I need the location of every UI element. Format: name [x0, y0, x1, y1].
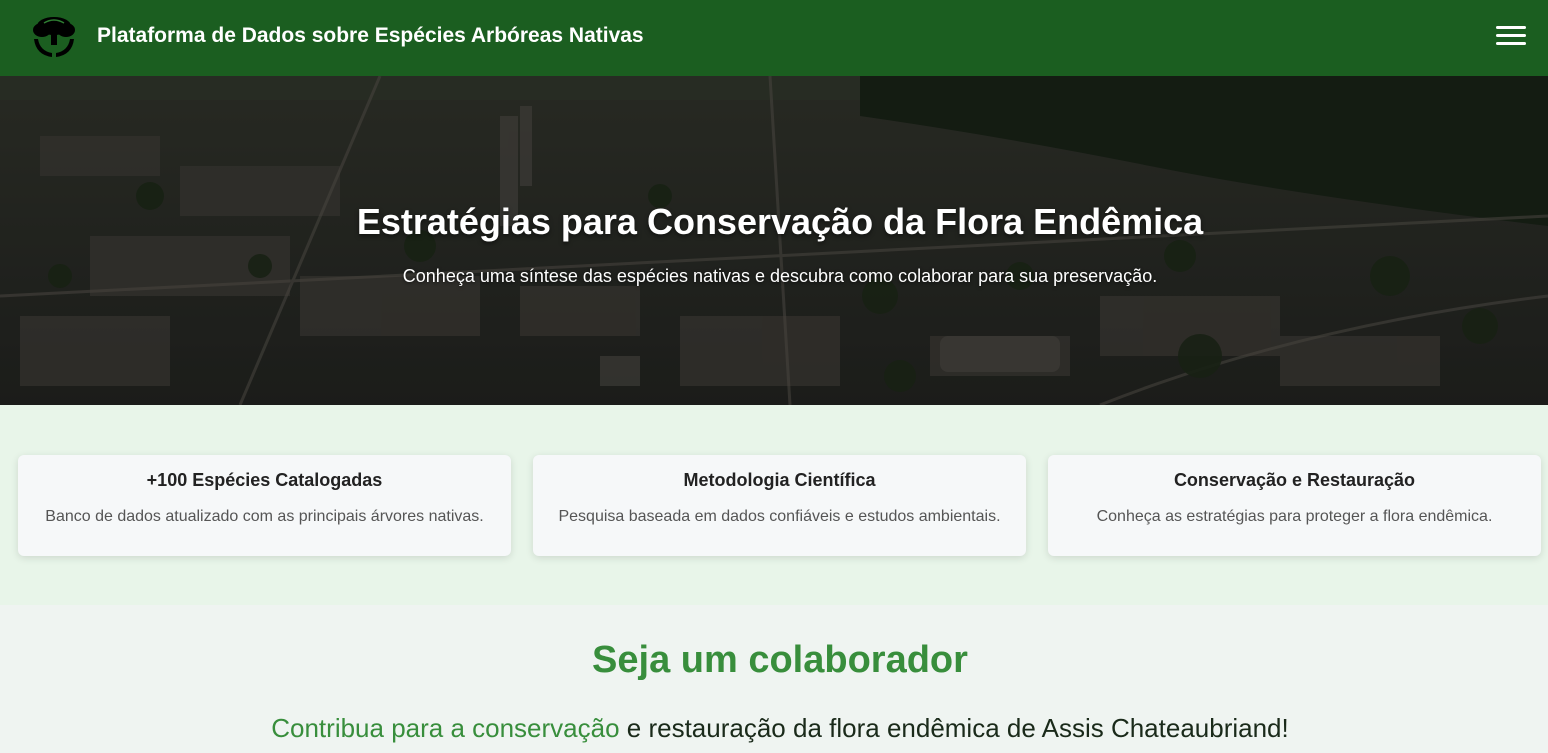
hamburger-menu-icon[interactable] [1494, 22, 1528, 50]
hero-subtitle: Conheça uma síntese das espécies nativas… [402, 266, 1158, 286]
feature-card-conservation: Conservação e Restauração Conheça as est… [1048, 455, 1541, 556]
feature-card-title: Metodologia Científica [683, 470, 876, 490]
feature-card-description: Banco de dados atualizado com as princip… [45, 508, 484, 525]
features-section: +100 Espécies Catalogadas Banco de dados… [0, 405, 1548, 605]
collaborator-title: Seja um colaborador [592, 639, 968, 681]
top-navbar: Plataforma de Dados sobre Espécies Arbór… [0, 0, 1548, 76]
hero-title: Estratégias para Conservação da Flora En… [356, 201, 1204, 242]
tree-hands-icon[interactable] [30, 15, 78, 59]
collaborator-section: Seja um colaborador Contribua para a con… [0, 605, 1548, 753]
contribute-link[interactable]: Contribua para a conservação [271, 713, 619, 743]
collaborator-text-rest: e restauração da flora endêmica de Assis… [619, 713, 1289, 743]
feature-card-description: Pesquisa baseada em dados confiáveis e e… [558, 508, 1001, 525]
hero-banner: Estratégias para Conservação da Flora En… [0, 76, 1548, 405]
feature-card-methodology: Metodologia Científica Pesquisa baseada … [533, 455, 1026, 556]
feature-card-species: +100 Espécies Catalogadas Banco de dados… [18, 455, 511, 556]
feature-card-description: Conheça as estratégias para proteger a f… [1096, 508, 1493, 525]
feature-card-title: +100 Espécies Catalogadas [146, 470, 383, 490]
site-title[interactable]: Plataforma de Dados sobre Espécies Arbór… [97, 24, 644, 48]
feature-card-title: Conservação e Restauração [1173, 470, 1416, 490]
collaborator-text: Contribua para a conservação e restauraç… [0, 713, 1548, 744]
